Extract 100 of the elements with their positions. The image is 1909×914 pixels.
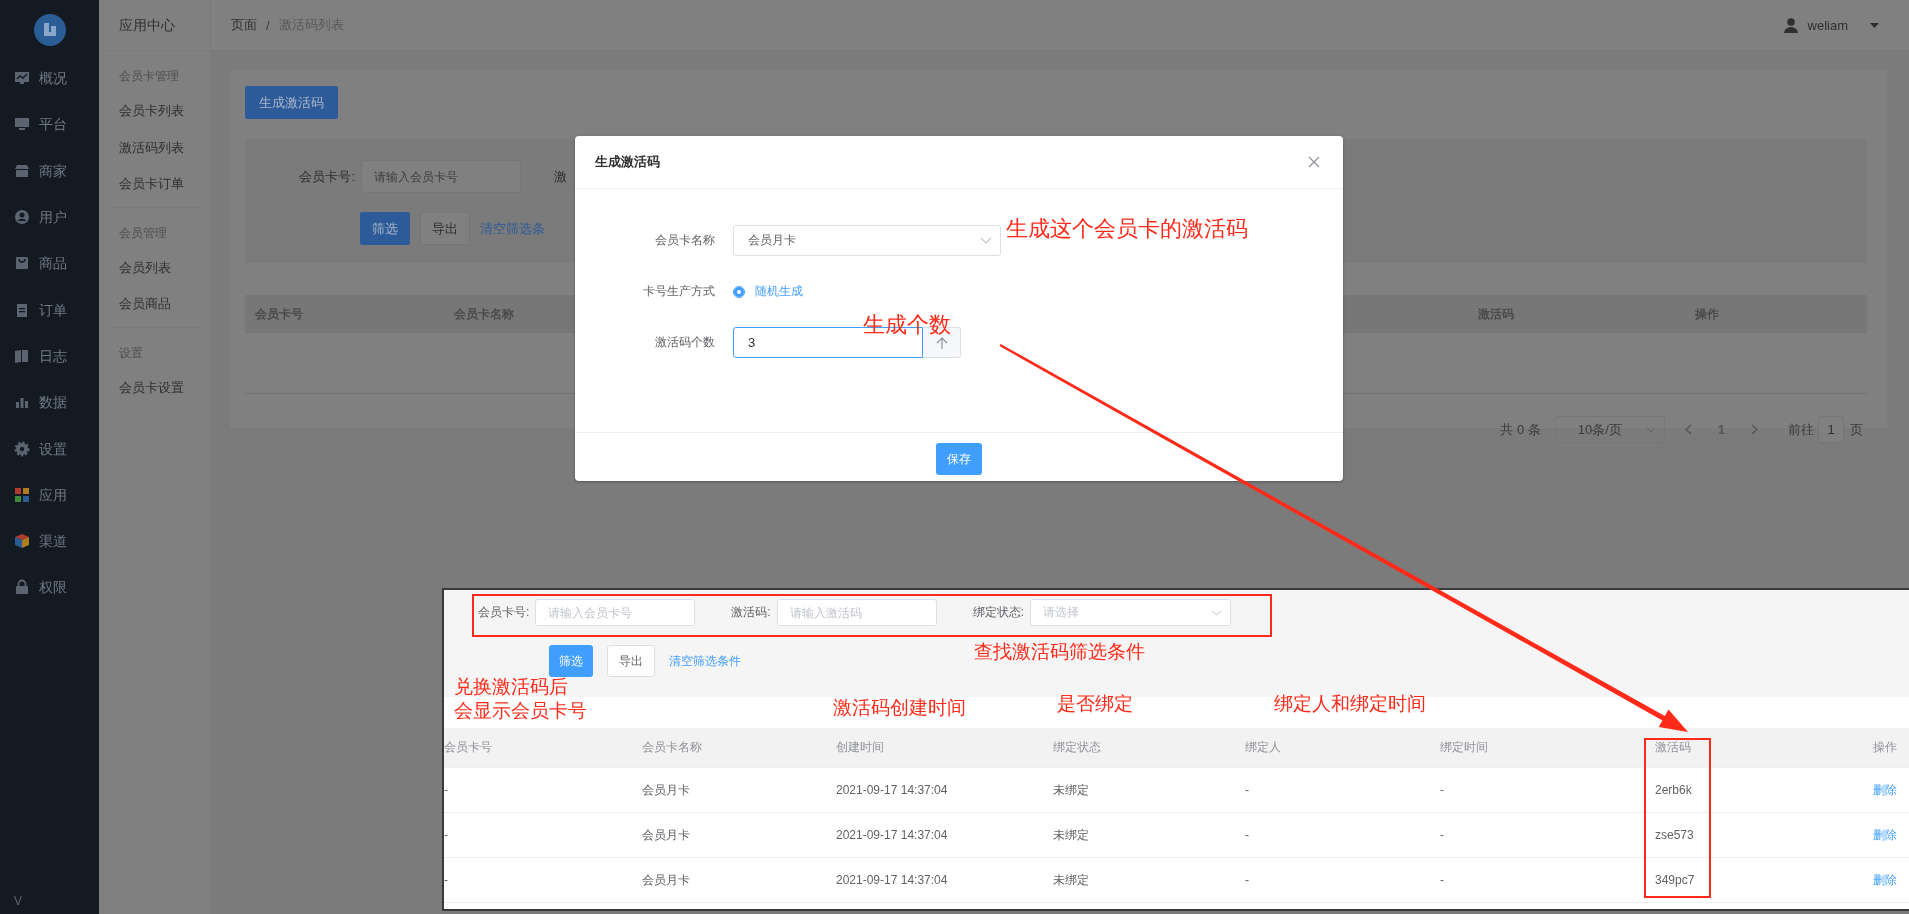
table-cell-text: -: [1245, 828, 1250, 842]
submenu-item[interactable]: 会员卡列表: [99, 93, 210, 130]
export-button[interactable]: 导出: [420, 212, 470, 245]
table-cell-text: -: [1440, 783, 1445, 797]
table-cell-text: 会员月卡: [642, 826, 691, 844]
cube-icon: [14, 533, 30, 550]
bind-status-select[interactable]: 请选择: [1030, 599, 1232, 626]
filter-button[interactable]: 筛选: [549, 645, 593, 677]
radio-option[interactable]: 随机生成: [733, 283, 803, 300]
table-cell-text: 未绑定: [1053, 871, 1090, 889]
logo-icon: [33, 14, 66, 46]
sidebar-item[interactable]: 应用: [0, 471, 99, 518]
column-header: 会员卡名称: [642, 739, 703, 756]
export-button[interactable]: 导出: [607, 645, 655, 677]
monitor-icon: [14, 116, 30, 133]
annotation-text: 是否绑定: [1057, 693, 1133, 716]
filter-field[interactable]: 请输入会员卡号: [535, 599, 696, 626]
filter-field[interactable]: 请输入激活码: [776, 599, 937, 626]
radio-button[interactable]: [733, 285, 745, 298]
generate-button[interactable]: 生成激活码: [245, 86, 338, 119]
caret-icon[interactable]: [1870, 22, 1879, 28]
delete-link[interactable]: 删除: [1873, 781, 1909, 799]
table-cell-text: -: [444, 828, 449, 842]
store-icon: [14, 162, 30, 179]
annotation-text: 会显示会员卡号: [454, 700, 587, 723]
table-cell-text: -: [1440, 828, 1445, 842]
table-cell-text: 2021-09-17 14:37:04: [836, 873, 949, 887]
table-cell-text: 2021-09-17 14:37:04: [836, 828, 949, 842]
card-number-field[interactable]: 请输入会员卡号: [361, 160, 521, 193]
table-cell-text: -: [444, 783, 449, 797]
chevron-right-icon[interactable]: [1751, 424, 1758, 435]
breadcrumb-link[interactable]: 页面: [231, 16, 257, 34]
annotation-text: 激活码创建时间: [833, 697, 966, 720]
grid-icon: [14, 486, 30, 503]
user-icon: [1783, 17, 1798, 33]
goto-label: 前往: [1788, 420, 1814, 439]
table-cell-text: zse573: [1655, 828, 1695, 842]
sidebar-item[interactable]: 商品: [0, 240, 99, 287]
form-label: 会员卡名称: [654, 232, 715, 249]
delete-link[interactable]: 删除: [1873, 826, 1909, 844]
sidebar-item[interactable]: 用户: [0, 193, 99, 241]
delete-link[interactable]: 删除: [1873, 871, 1909, 889]
column-header: 绑定时间: [1440, 739, 1489, 756]
table-cell-text: 未绑定: [1053, 826, 1090, 844]
sidebar-item[interactable]: 权限: [0, 564, 99, 611]
submenu-item[interactable]: 会员卡设置: [99, 369, 210, 406]
annotation-text: 查找激活码筛选条件: [974, 641, 1145, 664]
table-cell-text: 2021-09-17 14:37:04: [836, 783, 949, 797]
sidebar-item[interactable]: 平台: [0, 101, 99, 148]
dialog-title: 生成激活码: [595, 153, 660, 171]
column-header: 操作: [1873, 739, 1898, 756]
filter-button[interactable]: 筛选: [360, 212, 410, 245]
table-cell-text: -: [1245, 873, 1250, 887]
column-header: 会员卡号: [444, 739, 493, 756]
user-name[interactable]: weliam: [1807, 17, 1848, 33]
table-cell-text: 会员月卡: [642, 781, 691, 799]
column-header: 激活码: [1655, 739, 1692, 756]
submenu-title: 应用中心: [99, 0, 210, 51]
table-cell-text: -: [1440, 873, 1445, 887]
save-button[interactable]: 保存: [936, 443, 982, 475]
sidebar-item[interactable]: 日志: [0, 332, 99, 380]
book-icon: [14, 347, 30, 364]
submenu-item[interactable]: 会员列表: [99, 249, 210, 286]
bag-icon: [14, 255, 30, 272]
annotation-text: 生成这个会员卡的激活码: [1006, 216, 1248, 243]
arrow-up-icon: [935, 336, 948, 349]
filter-label: 激活码:: [731, 604, 771, 621]
page-field[interactable]: 1: [1818, 416, 1844, 443]
annotation-text: 兑换激活码后: [454, 676, 568, 699]
table-cell-text: 349pc7: [1655, 873, 1696, 887]
sidebar-item[interactable]: 订单: [0, 286, 99, 333]
close-icon[interactable]: [1308, 156, 1320, 168]
chevron-left-icon[interactable]: [1684, 424, 1692, 435]
sidebar-item[interactable]: 设置: [0, 425, 99, 472]
total-count: 共 0 条: [1500, 420, 1541, 439]
table-cell-text: -: [1245, 783, 1250, 797]
sidebar-item[interactable]: 数据: [0, 379, 99, 426]
filter-label: 会员卡号:: [298, 167, 355, 186]
annotation-text: 绑定人和绑定时间: [1274, 693, 1426, 716]
filter-label: 绑定状态:: [972, 604, 1025, 621]
sidebar-item[interactable]: 渠道: [0, 517, 99, 565]
submenu-item[interactable]: 会员商品: [99, 286, 210, 323]
column-header: 创建时间: [836, 739, 885, 756]
sidebar-item[interactable]: 概况: [0, 55, 99, 102]
form-label: 激活码个数: [654, 334, 715, 351]
user-icon: [14, 209, 30, 226]
sidebar-item[interactable]: 商家: [0, 147, 99, 194]
clear-filters-link[interactable]: 清空筛选条件: [669, 652, 741, 670]
table-cell-text: 2erb6k: [1655, 783, 1693, 797]
breadcrumb-separator: /: [266, 17, 270, 33]
page-size-select[interactable]: 10条/页: [1554, 416, 1665, 443]
card-name-select[interactable]: 会员月卡: [733, 225, 1001, 256]
table-cell-text: 会员月卡: [642, 871, 691, 889]
chevron-down-icon: [1211, 609, 1223, 616]
submenu-item[interactable]: 激活码列表: [99, 129, 210, 166]
chart-icon: [14, 70, 30, 87]
table-cell-text: 未绑定: [1053, 781, 1090, 799]
form-label: 卡号生产方式: [642, 283, 715, 300]
page-suffix: 页: [1850, 420, 1863, 439]
submenu-item[interactable]: 会员卡订单: [99, 166, 210, 203]
